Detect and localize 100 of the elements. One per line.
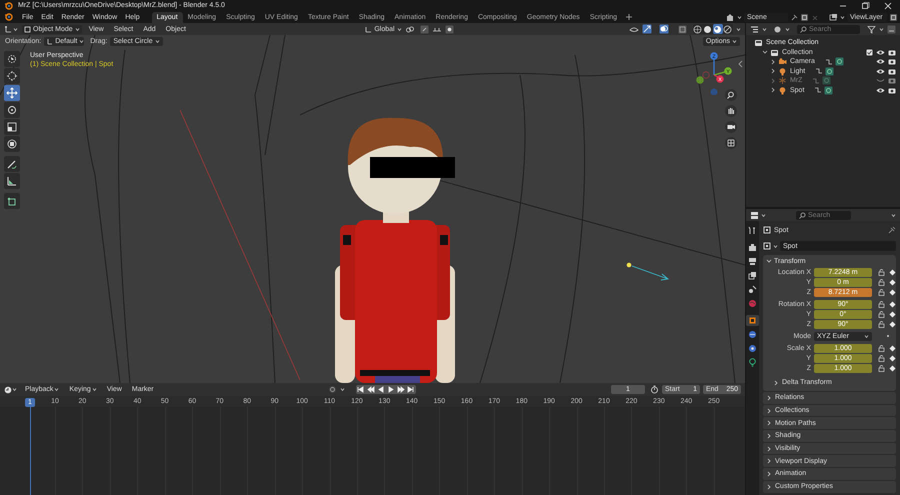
lock-icon[interactable] <box>878 268 886 276</box>
shading-mode-button[interactable] <box>712 24 723 34</box>
camera-icon[interactable] <box>888 68 896 75</box>
object-data-icon <box>822 76 832 86</box>
layers-icon[interactable] <box>829 12 838 22</box>
collapsed-chevron-icon[interactable] <box>770 87 776 94</box>
keyframe-icon[interactable] <box>889 310 896 318</box>
camera-icon[interactable] <box>888 58 896 66</box>
editor-type-button[interactable] <box>4 24 18 34</box>
camera-icon <box>778 57 787 66</box>
tool-button[interactable] <box>4 193 20 209</box>
stopwatch-icon[interactable] <box>650 385 659 394</box>
tool-button[interactable] <box>4 68 20 84</box>
object-icon[interactable] <box>763 242 771 250</box>
overlay-toggle-icon[interactable] <box>658 24 669 34</box>
shading-mode-button[interactable] <box>702 24 713 34</box>
playback-control-icon[interactable] <box>406 385 416 394</box>
properties-tab[interactable] <box>746 270 759 281</box>
caret-icon <box>74 26 80 32</box>
lock-icon[interactable] <box>878 344 886 352</box>
playback-control-icon[interactable] <box>366 385 376 394</box>
copy-icon[interactable] <box>889 12 898 22</box>
record-icon[interactable] <box>328 385 337 394</box>
properties-tab[interactable] <box>746 315 759 326</box>
keyframe-icon[interactable] <box>889 278 896 286</box>
lock-icon[interactable] <box>878 320 886 328</box>
camera-icon[interactable] <box>888 48 896 56</box>
eye-icon[interactable] <box>876 48 885 56</box>
scene-icon[interactable] <box>726 12 735 22</box>
playback-control-icon[interactable] <box>356 385 366 394</box>
zoom-icon[interactable] <box>725 89 738 102</box>
properties-tab[interactable] <box>746 242 759 253</box>
eye-closed-icon[interactable] <box>876 77 885 84</box>
proportional-edit-icon[interactable] <box>444 24 454 34</box>
copy-icon[interactable] <box>800 12 809 22</box>
expanded-chevron-icon[interactable] <box>762 49 768 56</box>
keyframe-icon[interactable] <box>889 300 896 308</box>
snap-icon[interactable] <box>420 24 429 34</box>
lock-icon[interactable] <box>878 310 886 318</box>
lock-icon[interactable] <box>878 278 886 286</box>
shading-mode-button[interactable] <box>722 24 733 34</box>
gizmo-toggle-icon[interactable] <box>642 24 652 34</box>
blender-logo-icon <box>4 0 14 10</box>
lock-icon[interactable] <box>878 364 886 372</box>
keyframe-icon[interactable] <box>889 268 896 276</box>
eye-icon[interactable] <box>876 68 885 75</box>
filter-icon[interactable] <box>867 24 876 34</box>
list-icon[interactable] <box>750 24 759 34</box>
pin-icon[interactable] <box>790 12 798 22</box>
properties-tab[interactable] <box>746 284 759 295</box>
new-collection-icon[interactable] <box>887 24 896 34</box>
tool-button[interactable] <box>4 102 20 118</box>
lock-icon[interactable] <box>878 288 886 296</box>
light-bulb-icon <box>778 86 787 95</box>
caret-icon <box>879 26 884 32</box>
link-icon[interactable] <box>404 24 417 34</box>
object-icon <box>763 226 771 234</box>
keyframe-icon[interactable] <box>889 288 896 296</box>
keyframe-icon[interactable] <box>889 364 896 372</box>
caret-icon <box>54 387 60 392</box>
properties-editor-icon[interactable] <box>750 210 759 220</box>
properties-tab[interactable] <box>746 343 759 354</box>
collapsed-chevron-icon[interactable] <box>770 68 776 74</box>
eye-icon[interactable] <box>876 58 885 66</box>
keyframe-icon[interactable] <box>889 354 896 362</box>
keyframe-icon[interactable] <box>889 344 896 352</box>
lock-icon[interactable] <box>878 300 886 308</box>
caret-icon <box>840 14 845 20</box>
tool-button[interactable] <box>4 85 20 101</box>
eye-icon[interactable] <box>876 86 885 94</box>
shading-mode-button[interactable] <box>692 24 703 34</box>
expanded-chevron-icon[interactable] <box>766 258 772 264</box>
tool-button[interactable] <box>4 136 20 152</box>
visibility-icon[interactable] <box>628 24 639 34</box>
shading-sphere-icon <box>693 24 702 34</box>
display-mode-icon[interactable] <box>773 24 782 34</box>
blender-logo-icon[interactable] <box>4 12 14 22</box>
object-data-icon <box>825 66 834 76</box>
checkbox-icon[interactable] <box>866 48 873 56</box>
grid-icon[interactable] <box>725 137 738 150</box>
rotate-icon <box>6 104 18 116</box>
properties-tab[interactable] <box>746 256 759 267</box>
tool-button[interactable] <box>4 173 20 189</box>
tool-button[interactable] <box>4 156 20 172</box>
camera-icon[interactable] <box>888 86 896 94</box>
tool-button[interactable] <box>4 119 20 135</box>
properties-tab[interactable] <box>746 329 759 340</box>
collapsed-chevron-icon[interactable] <box>770 58 776 65</box>
add-icon[interactable] <box>625 13 634 21</box>
keyframe-icon[interactable] <box>889 320 896 328</box>
lock-icon[interactable] <box>878 354 886 362</box>
caret-icon <box>396 26 402 32</box>
collapsed-chevron-icon[interactable] <box>773 380 779 386</box>
editor-type-button[interactable] <box>4 386 17 394</box>
pin-icon[interactable] <box>888 226 896 234</box>
layers-icon <box>748 271 757 280</box>
hand-icon[interactable] <box>725 105 738 118</box>
xray-icon[interactable] <box>678 24 687 34</box>
camera-icon[interactable] <box>725 121 738 134</box>
tool-button[interactable] <box>4 51 20 67</box>
